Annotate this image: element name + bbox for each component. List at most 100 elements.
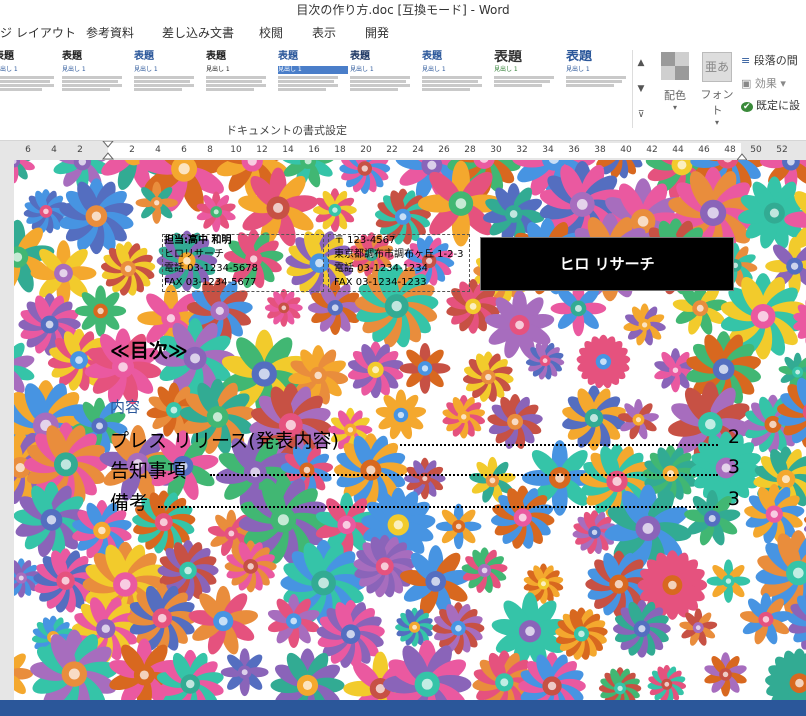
paragraph-spacing-button[interactable]: ≡ 段落の間 bbox=[741, 52, 798, 68]
ribbon-tabs: ジ レイアウト 参考資料 差し込み文書 校閲 表示 開発 bbox=[0, 18, 806, 44]
chevron-up-icon[interactable]: ▲ bbox=[633, 50, 649, 76]
fonts-button[interactable]: 亜あ フォント ▾ bbox=[698, 52, 736, 127]
tab-developer[interactable]: 開発 bbox=[365, 24, 389, 41]
ruler-tick-label: 42 bbox=[646, 145, 658, 155]
fax-number: FAX 03-1234-5677 bbox=[164, 277, 257, 288]
style-set-thumb[interactable]: 表題 見出し 1 bbox=[350, 50, 420, 126]
effects-label: 効果 bbox=[754, 77, 777, 90]
toc-heading: 内容 bbox=[110, 398, 141, 416]
effects-button[interactable]: ▣ 効果 ▾ bbox=[741, 75, 786, 91]
title-bar: 目次の作り方.doc [互換モード] - Word bbox=[0, 0, 806, 18]
toc-entry[interactable]: 備考 3 bbox=[110, 488, 740, 514]
ruler-tick-label: 6 bbox=[181, 145, 187, 155]
toc-page-number: 2 bbox=[727, 426, 740, 448]
palette-icon bbox=[661, 52, 689, 80]
style-set-thumb[interactable]: 表題 見出し 1 bbox=[62, 50, 132, 126]
thumb-title: 表題 bbox=[494, 50, 522, 65]
company-name-small: ヒロリサーチ bbox=[164, 249, 224, 260]
right-indent-marker-icon[interactable] bbox=[737, 150, 747, 160]
address: 東京都調布市調布ヶ丘 1-2-3 bbox=[334, 249, 464, 260]
chevron-down-icon[interactable]: ▼ bbox=[633, 76, 649, 102]
toc-leader-dots bbox=[400, 444, 718, 446]
ruler-tick-label: 6 bbox=[25, 145, 31, 155]
checkmark-icon: ✔ bbox=[741, 102, 753, 112]
tab-view[interactable]: 表示 bbox=[312, 24, 336, 41]
ruler-tick-label: 36 bbox=[568, 145, 580, 155]
dropdown-arrow-icon: ▾ bbox=[780, 77, 786, 90]
left-gutter bbox=[0, 160, 14, 700]
paragraph-spacing-icon: ≡ bbox=[741, 54, 751, 67]
style-set-thumb[interactable]: 表題 見出し 1 bbox=[566, 50, 636, 126]
indent-marker-icon[interactable] bbox=[102, 141, 114, 160]
thumb-subtitle: 見出し 1 bbox=[206, 66, 230, 73]
thumb-subtitle: 見出し 1 bbox=[278, 66, 348, 74]
style-set-thumb[interactable]: 表題 見出し 1 bbox=[422, 50, 492, 126]
font-icon: 亜あ bbox=[702, 52, 732, 82]
set-as-default-button[interactable]: ✔ 既定に設 bbox=[741, 97, 800, 113]
horizontal-ruler[interactable]: 6 4 2 2 4 6 8 10 12 14 16 18 20 22 24 26 28 30 32 34 36 38 40 4… bbox=[0, 141, 806, 161]
thumb-title: 表題 bbox=[62, 51, 82, 62]
style-set-thumb[interactable]: 表題 見出し 1 bbox=[494, 50, 564, 126]
style-set-thumb[interactable]: 表題 見出し 1 bbox=[278, 50, 348, 126]
tab-mailings[interactable]: 差し込み文書 bbox=[162, 24, 234, 41]
group-label-document-formatting: ドキュメントの書式設定 bbox=[226, 124, 347, 137]
ruler-tick-label: 26 bbox=[438, 145, 450, 155]
style-set-thumb[interactable]: 表題 見出し 1 bbox=[134, 50, 204, 126]
toc-entry[interactable]: プレス リリース(発表内容) 2 bbox=[110, 426, 740, 452]
document-page[interactable]: 担当:高中 和明 ヒロリサーチ 電話 03-1234-5678 FAX 03-1… bbox=[14, 160, 806, 700]
ruler-tick-label: 44 bbox=[672, 145, 684, 155]
ruler-tick-label: 22 bbox=[386, 145, 398, 155]
ruler-tick-label: 2 bbox=[129, 145, 135, 155]
ruler-tick-label: 16 bbox=[308, 145, 320, 155]
gallery-scroll[interactable]: ▲ ▼ ⊽ bbox=[632, 50, 649, 128]
ruler-tick-label: 38 bbox=[594, 145, 606, 155]
phone-number-2: 電話 03-1234-1234 bbox=[334, 263, 429, 274]
ruler-tick-label: 4 bbox=[51, 145, 57, 155]
colors-label: 配色 bbox=[664, 89, 686, 102]
phone-number: 電話 03-1234-5678 bbox=[164, 263, 259, 274]
paragraph-spacing-label: 段落の間 bbox=[753, 54, 798, 67]
toc-leader-dots bbox=[158, 506, 718, 508]
tab-page-layout[interactable]: ジ レイアウト bbox=[0, 24, 76, 41]
thumb-title: 表題 bbox=[134, 51, 154, 62]
thumb-title: 表題 bbox=[206, 51, 226, 62]
thumb-subtitle: 見出し 1 bbox=[422, 66, 446, 73]
thumb-title: 表題 bbox=[278, 51, 298, 62]
fax-number-2: FAX 03-1234-1233 bbox=[334, 277, 427, 288]
tab-references[interactable]: 参考資料 bbox=[86, 24, 134, 41]
ruler-tick-label: 10 bbox=[230, 145, 242, 155]
thumb-subtitle: 見出し 1 bbox=[134, 66, 158, 73]
ruler-tick-label: 34 bbox=[542, 145, 554, 155]
toc-page-number: 3 bbox=[727, 456, 740, 478]
set-default-label: 既定に設 bbox=[756, 99, 801, 112]
ruler-tick-label: 4 bbox=[155, 145, 161, 155]
ruler-tick-label: 8 bbox=[207, 145, 213, 155]
dropdown-arrow-icon: ▾ bbox=[714, 118, 719, 127]
company-banner: ヒロ リサーチ bbox=[480, 237, 734, 291]
window-title: 目次の作り方.doc [互換モード] - Word bbox=[296, 3, 510, 17]
postal-code: 〒 123-4567 bbox=[334, 235, 396, 246]
tab-review[interactable]: 校閲 bbox=[259, 24, 283, 41]
thumb-subtitle: 見出し 1 bbox=[350, 66, 374, 73]
thumb-title: 表題 bbox=[350, 51, 370, 62]
toc-title: ≪目次≫ bbox=[110, 340, 188, 362]
effects-icon: ▣ bbox=[741, 77, 752, 90]
toc-leader-dots bbox=[210, 474, 718, 476]
contact-person: 担当:高中 和明 bbox=[164, 235, 232, 246]
style-set-thumb[interactable]: 表題 見出し 1 bbox=[0, 50, 64, 126]
thumb-subtitle: 見出し 1 bbox=[62, 66, 86, 73]
more-icon[interactable]: ⊽ bbox=[633, 102, 649, 128]
ruler-tick-label: 32 bbox=[516, 145, 528, 155]
style-set-thumb[interactable]: 表題 見出し 1 bbox=[206, 50, 276, 126]
ruler-tick-label: 14 bbox=[282, 145, 294, 155]
toc-entry[interactable]: 告知事項 3 bbox=[110, 456, 740, 482]
dropdown-arrow-icon: ▾ bbox=[672, 103, 677, 112]
ruler-tick-label: 52 bbox=[776, 145, 788, 155]
ruler-tick-label: 50 bbox=[750, 145, 762, 155]
toc-entry-label: プレス リリース(発表内容) bbox=[110, 430, 339, 452]
thumb-subtitle: 見出し 1 bbox=[566, 66, 590, 73]
toc-entry-label: 告知事項 bbox=[110, 460, 187, 482]
toc-entry-label: 備考 bbox=[110, 492, 149, 514]
colors-button[interactable]: 配色 ▾ bbox=[660, 52, 690, 112]
thumb-title: 表題 bbox=[566, 50, 593, 64]
